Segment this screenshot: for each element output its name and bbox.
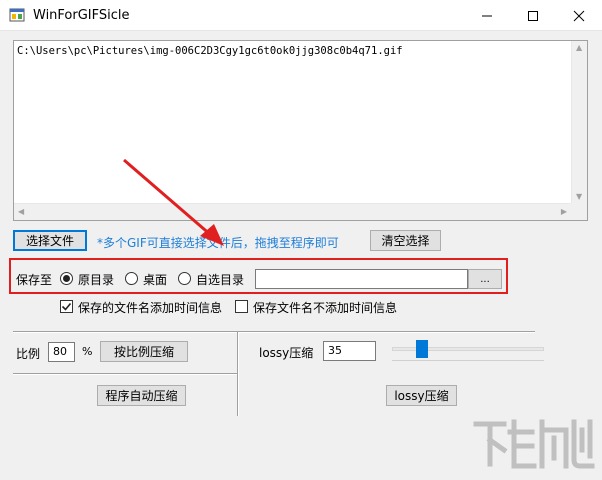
arrow-annotation-icon	[123, 158, 224, 246]
watermark-logo-icon	[473, 419, 595, 469]
